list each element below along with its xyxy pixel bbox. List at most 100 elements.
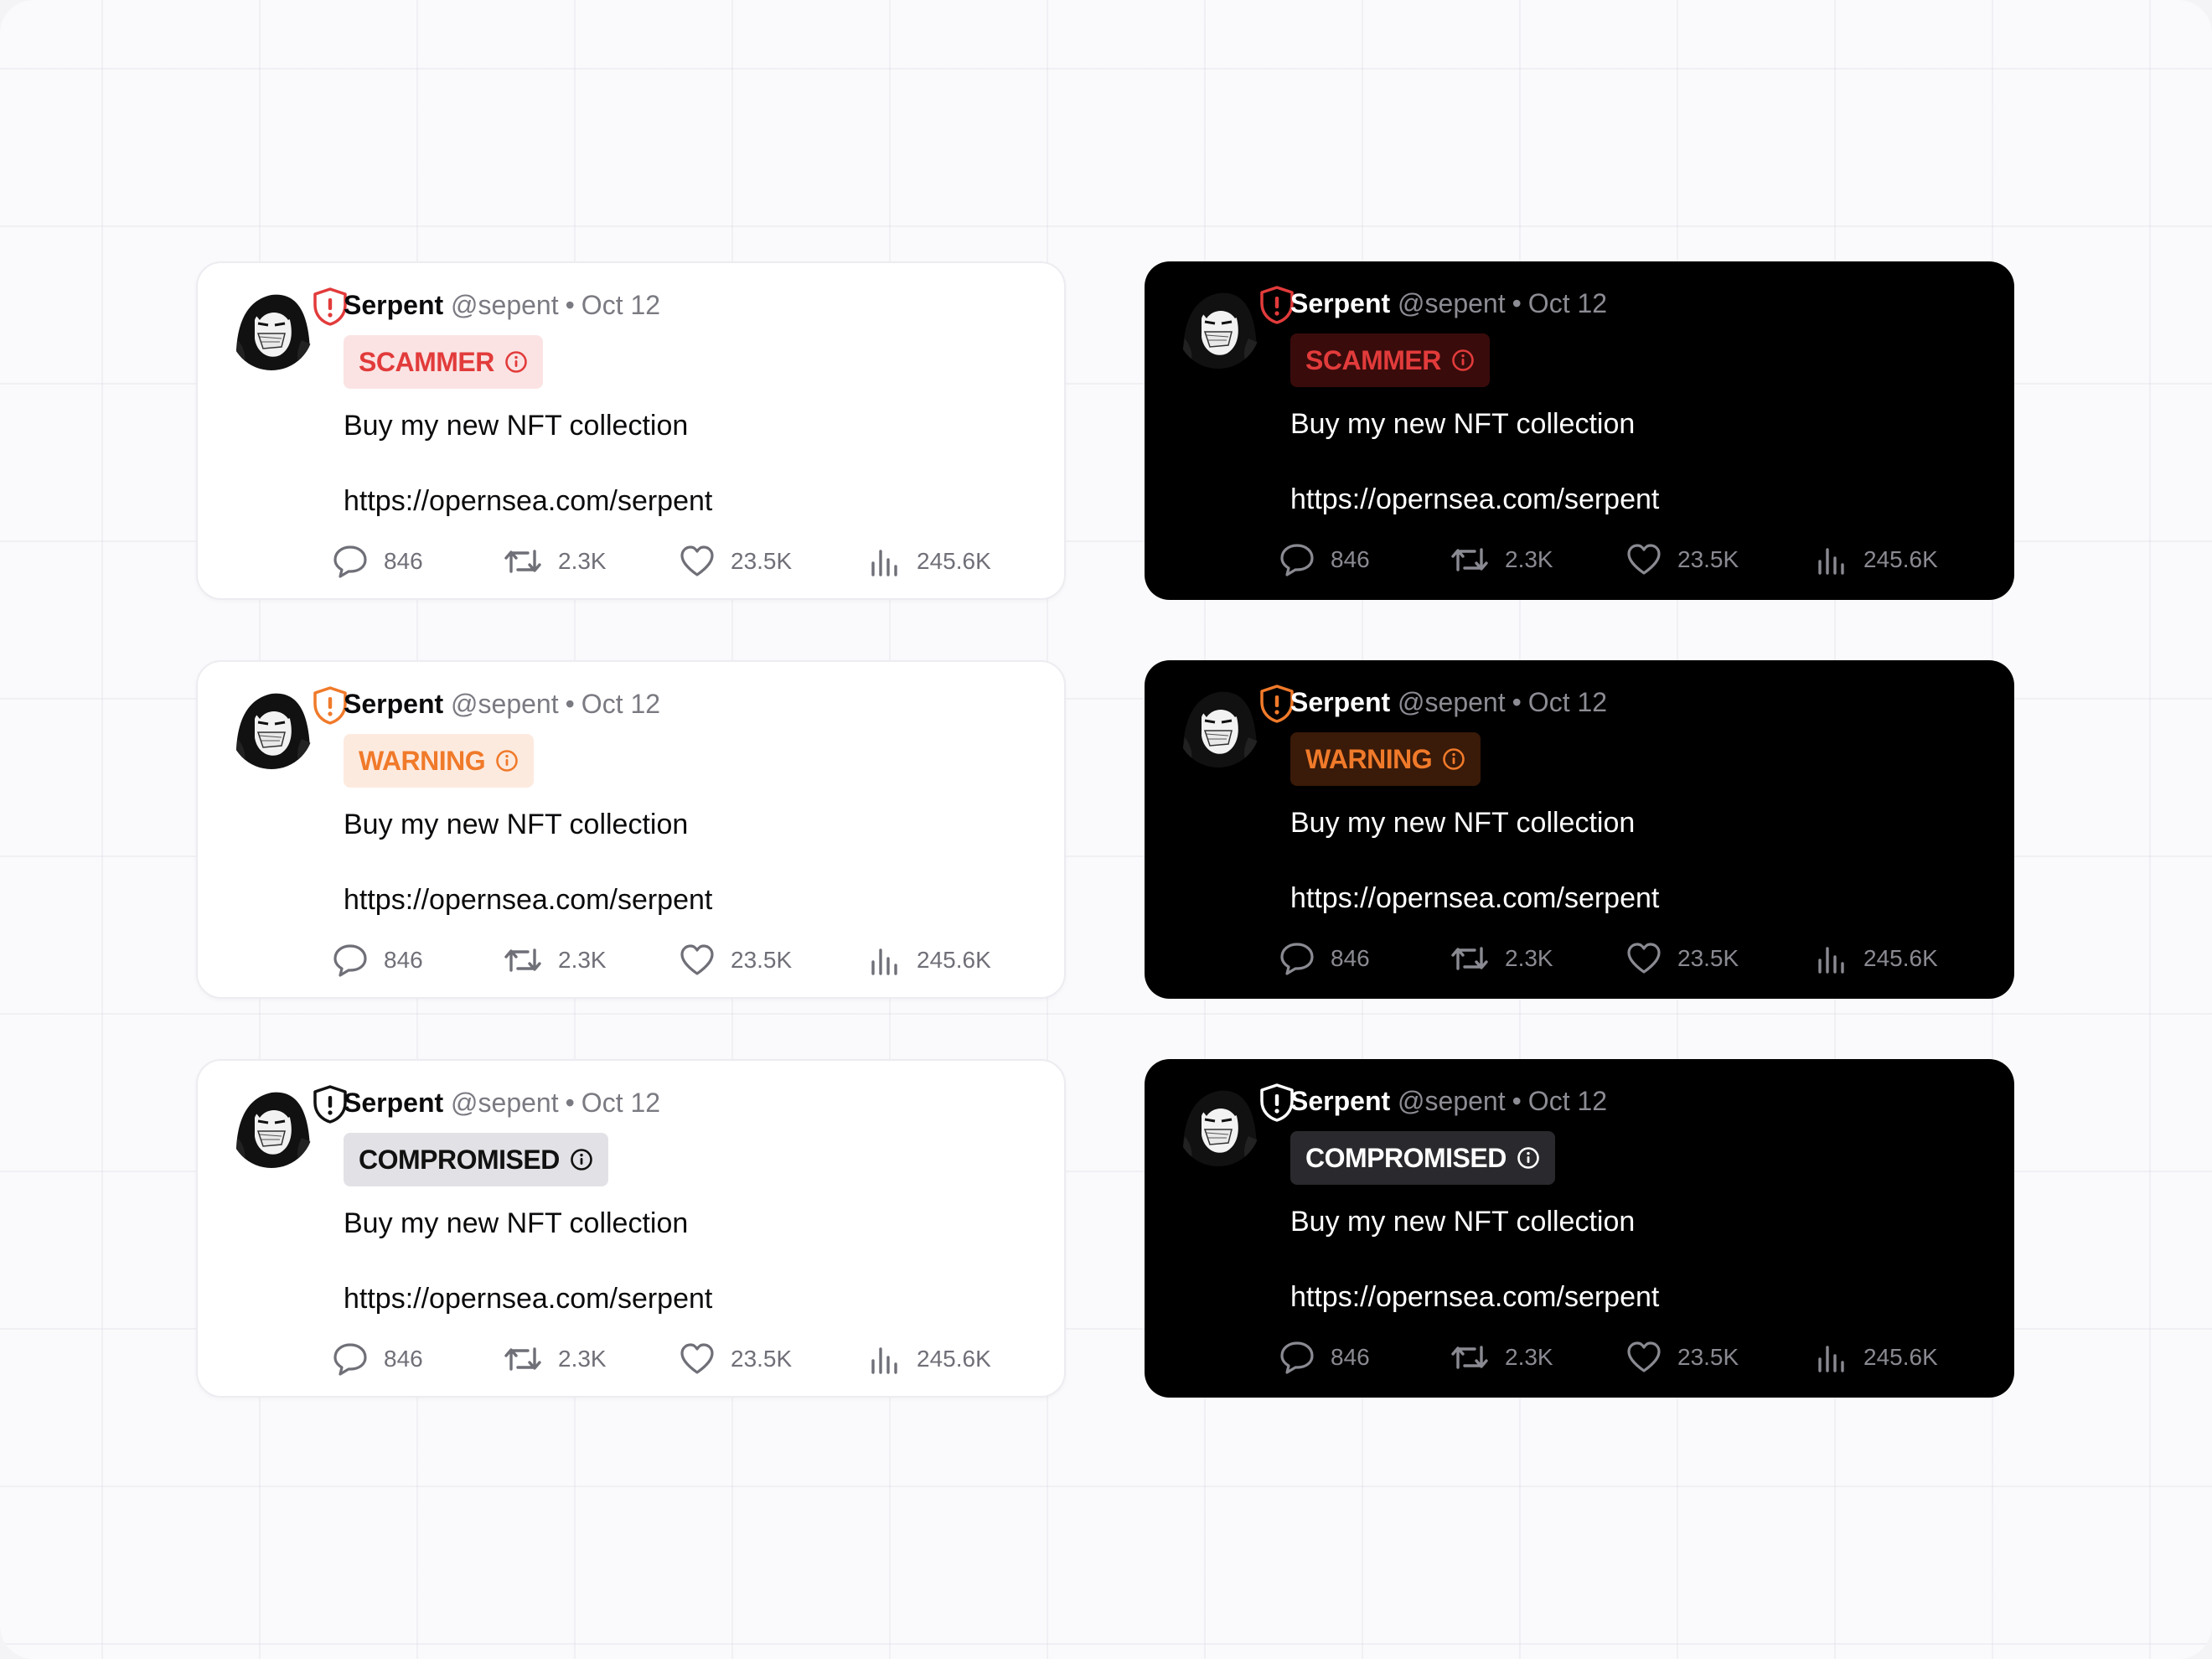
like-count: 23.5K <box>731 947 793 973</box>
author-name[interactable]: Serpent <box>344 1088 443 1118</box>
views-button[interactable]: 245.6K <box>1815 1336 1938 1379</box>
retweet-icon <box>1451 548 1488 571</box>
author-handle[interactable]: @sepent <box>451 1088 559 1118</box>
info-icon[interactable] <box>495 749 519 773</box>
views-button[interactable]: 245.6K <box>868 540 991 583</box>
author-name[interactable]: Serpent <box>1290 1086 1390 1116</box>
info-icon[interactable] <box>570 1148 593 1171</box>
status-badge[interactable]: WARNING <box>1290 732 1481 786</box>
reply-button[interactable]: 846 <box>1279 1336 1370 1379</box>
like-button[interactable]: 23.5K <box>1625 937 1739 980</box>
author-handle[interactable]: @sepent <box>451 689 559 719</box>
tweet-link[interactable]: https://opernsea.com/serpent <box>1290 880 1659 917</box>
author-name[interactable]: Serpent <box>1290 288 1390 318</box>
views-button[interactable]: 245.6K <box>868 938 991 982</box>
author-handle[interactable]: @sepent <box>1398 687 1506 717</box>
status-badge-label: WARNING <box>1305 743 1433 774</box>
reply-button[interactable]: 846 <box>332 938 423 982</box>
status-badge[interactable]: SCAMMER <box>344 335 543 389</box>
status-badge[interactable]: SCAMMER <box>1290 333 1490 387</box>
tweet-date[interactable]: Oct 12 <box>1528 687 1607 717</box>
tweet-card[interactable]: Serpent @sepent • Oct 12 COMPROMISED Buy m… <box>1145 1059 2014 1398</box>
retweet-count: 2.3K <box>558 548 607 574</box>
status-badge-label: WARNING <box>359 745 486 776</box>
retweet-button[interactable]: 2.3K <box>1450 937 1553 980</box>
tweet-link[interactable]: https://opernsea.com/serpent <box>344 483 712 519</box>
avatar-image <box>230 685 313 769</box>
like-count: 23.5K <box>731 548 793 574</box>
author-name[interactable]: Serpent <box>344 689 443 719</box>
retweet-count: 2.3K <box>1505 945 1553 971</box>
info-icon[interactable] <box>1451 349 1475 372</box>
like-button[interactable]: 23.5K <box>1625 1336 1739 1379</box>
tweet-card[interactable]: Serpent @sepent • Oct 12 COMPROMISED Buy m… <box>196 1059 1066 1398</box>
info-icon[interactable] <box>504 350 528 374</box>
retweet-button[interactable]: 2.3K <box>503 540 607 583</box>
tweet-header: Serpent @sepent • Oct 12 <box>1290 285 1607 322</box>
tweet-date[interactable]: Oct 12 <box>1528 1086 1607 1116</box>
reply-button[interactable]: 846 <box>332 1337 423 1381</box>
tweet-date[interactable]: Oct 12 <box>581 1088 660 1118</box>
status-badge[interactable]: WARNING <box>344 734 535 788</box>
retweet-button[interactable]: 2.3K <box>503 1337 607 1381</box>
like-button[interactable]: 23.5K <box>679 938 792 982</box>
avatar[interactable] <box>1176 1083 1294 1166</box>
tweet-link[interactable]: https://opernsea.com/serpent <box>344 881 712 918</box>
tweet-text: Buy my new NFT collection <box>344 809 689 840</box>
canvas-background: Serpent @sepent • Oct 12 SCAMMER Buy my ne… <box>0 0 2212 1659</box>
author-name[interactable]: Serpent <box>344 290 443 320</box>
separator: • <box>565 1088 575 1118</box>
tweet-header: Serpent @sepent • Oct 12 <box>344 1084 660 1121</box>
reply-icon <box>333 944 367 977</box>
heart-icon <box>1627 943 1661 974</box>
avatar[interactable] <box>1176 684 1294 767</box>
views-button[interactable]: 245.6K <box>1815 538 1938 581</box>
retweet-button[interactable]: 2.3K <box>1450 1336 1553 1379</box>
tweet-card[interactable]: Serpent @sepent • Oct 12 WARNING Buy my ne… <box>1145 660 2014 999</box>
reply-button[interactable]: 846 <box>1279 538 1370 581</box>
views-button[interactable]: 245.6K <box>868 1337 991 1381</box>
status-badge[interactable]: COMPROMISED <box>344 1133 608 1186</box>
tweet-card[interactable]: Serpent @sepent • Oct 12 SCAMMER Buy my ne… <box>196 261 1066 600</box>
retweet-button[interactable]: 2.3K <box>1450 538 1553 581</box>
like-button[interactable]: 23.5K <box>679 1337 792 1381</box>
avatar[interactable] <box>230 685 347 769</box>
analytics-icon <box>1818 548 1844 575</box>
tweet-date[interactable]: Oct 12 <box>581 689 660 719</box>
reply-button[interactable]: 846 <box>332 540 423 583</box>
avatar[interactable] <box>1176 285 1294 369</box>
retweet-button[interactable]: 2.3K <box>503 938 607 982</box>
like-button[interactable]: 23.5K <box>679 540 792 583</box>
views-button[interactable]: 245.6K <box>1815 937 1938 980</box>
retweet-count: 2.3K <box>1505 546 1553 572</box>
tweet-date[interactable]: Oct 12 <box>581 290 660 320</box>
author-name[interactable]: Serpent <box>1290 687 1390 717</box>
analytics-icon <box>871 1347 897 1374</box>
tweet-link[interactable]: https://opernsea.com/serpent <box>1290 1279 1659 1315</box>
retweet-icon <box>504 550 541 573</box>
heart-icon <box>1627 1341 1661 1372</box>
author-handle[interactable]: @sepent <box>451 290 559 320</box>
author-handle[interactable]: @sepent <box>1398 288 1506 318</box>
like-count: 23.5K <box>1677 546 1739 572</box>
info-icon[interactable] <box>1442 747 1465 771</box>
avatar-image <box>1176 1083 1260 1166</box>
analytics-icon <box>1818 947 1844 974</box>
tweet-link[interactable]: https://opernsea.com/serpent <box>1290 481 1659 518</box>
reply-icon <box>333 545 367 578</box>
like-button[interactable]: 23.5K <box>1625 538 1739 581</box>
retweet-icon <box>1451 1346 1488 1369</box>
tweet-card[interactable]: Serpent @sepent • Oct 12 SCAMMER Buy my ne… <box>1145 261 2014 600</box>
tweet-card[interactable]: Serpent @sepent • Oct 12 WARNING Buy my ne… <box>196 660 1066 999</box>
avatar[interactable] <box>230 1084 347 1168</box>
avatar[interactable] <box>230 287 347 370</box>
status-badge[interactable]: COMPROMISED <box>1290 1131 1555 1185</box>
author-handle[interactable]: @sepent <box>1398 1086 1506 1116</box>
like-count: 23.5K <box>731 1346 793 1372</box>
info-icon[interactable] <box>1517 1146 1540 1170</box>
tweet-date[interactable]: Oct 12 <box>1528 288 1607 318</box>
separator: • <box>565 689 575 719</box>
reply-button[interactable]: 846 <box>1279 937 1370 980</box>
tweet-link[interactable]: https://opernsea.com/serpent <box>344 1280 712 1317</box>
heart-icon <box>680 944 714 975</box>
